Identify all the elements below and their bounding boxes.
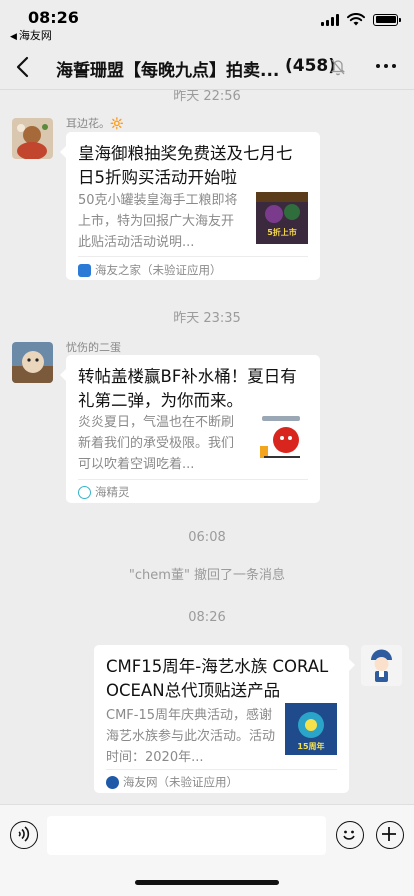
card-source-label: 海友网（未验证应用）: [123, 775, 238, 789]
card-source-label: 海精灵: [95, 485, 130, 499]
card-source-label: 海友之家（未验证应用）: [95, 263, 222, 277]
wifi-icon: [347, 13, 365, 26]
timestamp: 昨天 22:56: [173, 90, 241, 104]
timestamp: 08:26: [188, 610, 226, 625]
thumbnail-text: 5折上市: [267, 228, 297, 237]
member-count: (458): [285, 56, 337, 76]
card-description: 50克小罐装皇海手工粮即将上市，特为回报广大海友开此贴活动活动说明...: [78, 193, 238, 250]
smiley-face-icon: [343, 830, 355, 840]
back-app-label: 海友网: [18, 29, 52, 42]
card-title: 转帖盖楼赢BF补水桶！夏日有礼第二弹，为你而来。: [78, 367, 297, 410]
voice-input-button[interactable]: [10, 821, 38, 849]
shared-link-card[interactable]: 转帖盖楼赢BF补水桶！夏日有礼第二弹，为你而来。 炎炎夏日，气温也在不断刷新着我…: [60, 355, 320, 503]
timestamp: 06:08: [188, 530, 226, 545]
back-chevron-icon[interactable]: [12, 54, 34, 80]
card-source: 海友之家（未验证应用）: [78, 262, 222, 278]
plus-icon: [382, 827, 396, 841]
emoji-button[interactable]: [336, 821, 364, 849]
app-source-icon: [78, 263, 91, 277]
message-text-input[interactable]: [47, 816, 326, 855]
chat-message-list[interactable]: 昨天 22:56 耳边花。🔆 皇海御粮抽奖免费送及七月七日5折购买活动开始啦 5…: [0, 90, 414, 804]
avatar[interactable]: [12, 118, 53, 159]
my-avatar[interactable]: [361, 645, 402, 686]
shared-link-card[interactable]: CMF15周年-海艺水族 CORAL OCEAN总代顶贴送产品 CMF-15周年…: [94, 645, 355, 793]
back-to-app-link[interactable]: ◀ 海友网: [10, 27, 52, 43]
chat-nav-bar: 海誓珊盟【每晚九点】拍卖... (458): [0, 44, 414, 90]
sender-name: 忧伤的二蛋: [66, 341, 121, 354]
card-divider: [78, 479, 308, 480]
card-source: 海友网（未验证应用）: [106, 774, 238, 790]
shared-link-card[interactable]: 皇海御粮抽奖免费送及七月七日5折购买活动开始啦 50克小罐装皇海手工粮即将上市，…: [60, 132, 320, 280]
card-thumbnail: [256, 410, 308, 462]
more-options-icon[interactable]: [376, 64, 396, 68]
card-thumbnail: 15周年: [285, 703, 337, 755]
status-bar: 08:26 ◀ 海友网: [0, 0, 414, 44]
timestamp: 昨天 23:35: [173, 311, 241, 326]
back-triangle-icon: ◀: [10, 32, 17, 42]
card-description: CMF-15周年庆典活动，感谢海艺水族参与此次活动。活动时间：2020年...: [106, 708, 276, 765]
mute-bell-icon: [330, 59, 346, 76]
cellular-signal-icon: [321, 13, 339, 26]
status-time: 08:26: [28, 8, 79, 27]
thumbnail-text: 15周年: [297, 742, 325, 751]
more-functions-button[interactable]: [376, 821, 404, 849]
card-thumbnail: 5折上市: [256, 192, 308, 244]
sender-name: 耳边花。🔆: [66, 117, 124, 130]
card-title: 皇海御粮抽奖免费送及七月七日5折购买活动开始啦: [78, 144, 293, 187]
home-indicator[interactable]: [135, 880, 279, 885]
status-icons: [321, 13, 401, 26]
battery-icon: [373, 13, 401, 26]
card-divider: [106, 769, 337, 770]
app-source-icon: [78, 485, 91, 499]
recall-system-message: "chem董" 撤回了一条消息: [128, 568, 286, 583]
card-description: 炎炎夏日，气温也在不断刷新着我们的承受极限。我们可以吹着空调吃着...: [78, 415, 235, 472]
card-source: 海精灵: [78, 484, 130, 500]
card-title: CMF15周年-海艺水族 CORAL OCEAN总代顶贴送产品: [106, 657, 329, 700]
card-divider: [78, 256, 308, 257]
voice-wave-icon: [18, 826, 30, 842]
app-source-icon: [106, 775, 119, 789]
avatar[interactable]: [12, 342, 53, 383]
